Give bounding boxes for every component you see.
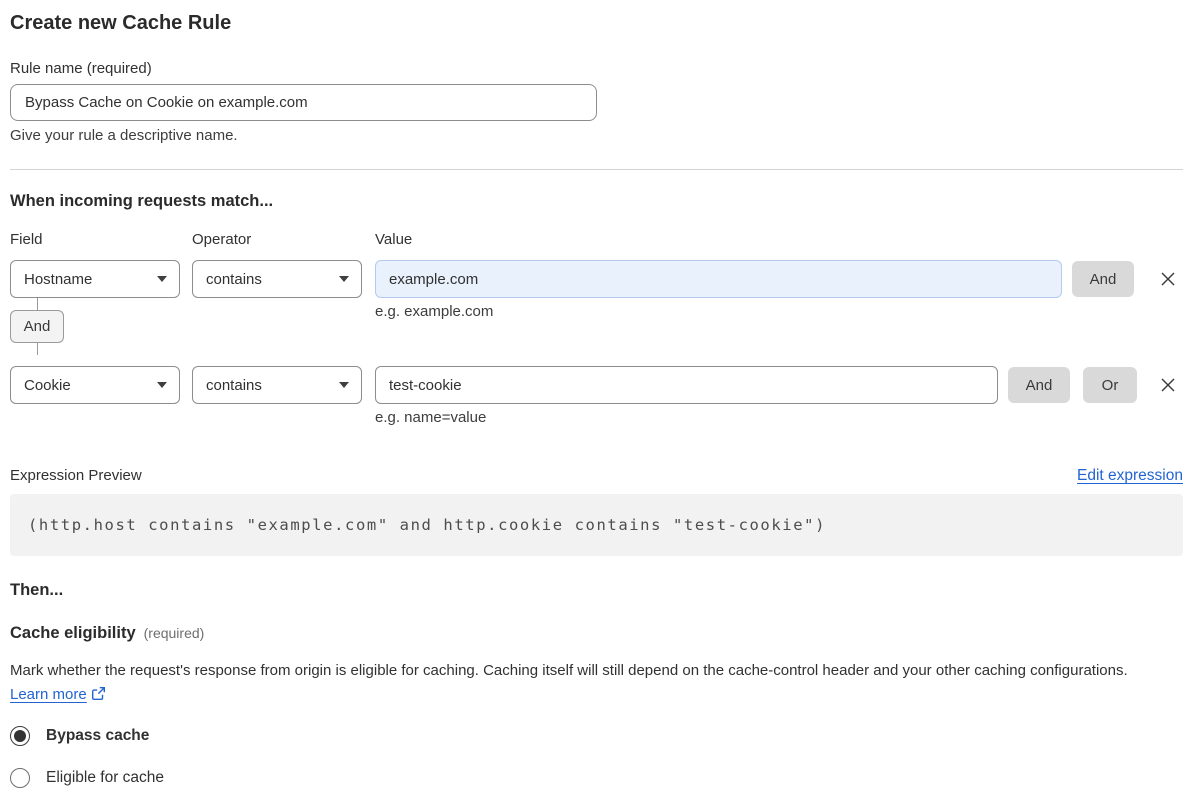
connector-and-badge[interactable]: And [10,310,64,343]
add-or-condition-button[interactable]: Or [1083,367,1137,403]
field-column-label: Field [10,231,43,248]
rule-name-label: Rule name (required) [10,60,152,77]
cache-eligibility-description: Mark whether the request's response from… [10,659,1160,709]
expression-header: Expression Preview Edit expression [10,466,1183,485]
rule-name-input[interactable] [10,84,597,121]
chevron-down-icon [157,382,167,388]
edit-expression-link[interactable]: Edit expression [1077,466,1183,485]
radio-button-icon[interactable] [10,768,30,788]
value-hint: e.g. example.com [375,303,494,320]
field-select[interactable]: Cookie [10,366,180,404]
field-select[interactable]: Hostname [10,260,180,298]
remove-condition-button[interactable] [1155,266,1181,292]
cache-option-1[interactable]: Eligible for cache [10,767,1183,789]
cache-eligibility-heading: Cache eligibility (required) [10,624,1183,643]
expression-preview-label: Expression Preview [10,467,142,484]
match-heading: When incoming requests match... [10,192,274,210]
add-and-condition-button[interactable]: And [1072,261,1134,297]
value-input[interactable] [375,260,1062,298]
description-text: Mark whether the request's response from… [10,662,1128,679]
add-and-condition-button[interactable]: And [1008,367,1070,403]
value-input[interactable] [375,366,998,404]
operator-select-value: contains [206,270,262,288]
radio-button-icon[interactable] [10,726,30,746]
operator-select[interactable]: contains [192,366,362,404]
chevron-down-icon [339,382,349,388]
close-icon [1161,378,1175,392]
expression-code-block: (http.host contains "example.com" and ht… [10,494,1183,556]
learn-more-link[interactable]: Learn more [10,686,87,703]
condition-row: Cookie contains And Or [10,366,1183,404]
builder-column-labels: Field Operator Value [10,231,1183,249]
field-select-value: Hostname [24,270,93,288]
required-note: (required) [143,625,205,641]
cache-option-0[interactable]: Bypass cache [10,725,1183,747]
operator-select-value: contains [206,376,262,394]
external-link-icon [91,685,106,709]
radio-option-label: Eligible for cache [46,769,165,786]
value-column-label: Value [375,231,413,248]
create-cache-rule-page: Create new Cache Rule Rule name (require… [0,11,1200,809]
condition-row: Hostname contains And [10,260,1183,298]
operator-select[interactable]: contains [192,260,362,298]
connector-line [37,343,38,355]
rule-name-helper: Give your rule a descriptive name. [10,127,238,144]
page-title: Create new Cache Rule [10,12,232,34]
remove-condition-button[interactable] [1155,372,1181,398]
chevron-down-icon [157,276,167,282]
connector-line [37,298,38,310]
field-select-value: Cookie [24,376,71,394]
cache-eligibility-title: Cache eligibility [10,624,136,642]
radio-option-label: Bypass cache [46,727,150,744]
close-icon [1161,272,1175,286]
then-heading: Then... [10,581,64,599]
connector-band: And e.g. example.com [10,298,1183,355]
chevron-down-icon [339,276,349,282]
section-divider [10,169,1183,170]
operator-column-label: Operator [192,231,252,248]
value-hint: e.g. name=value [375,409,487,426]
